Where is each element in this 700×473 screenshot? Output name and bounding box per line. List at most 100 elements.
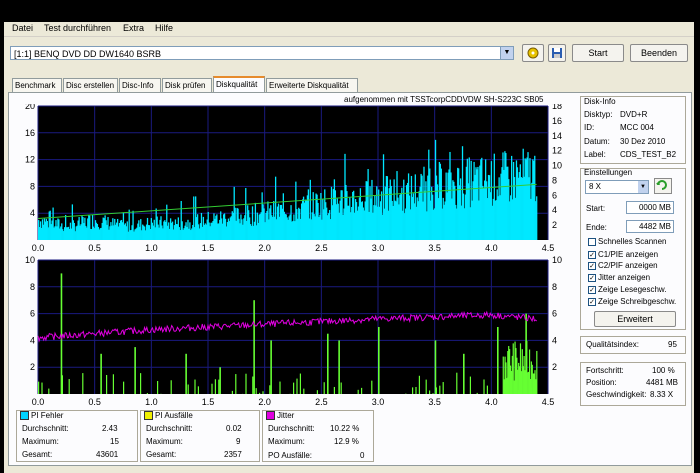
y-tick-label-right: 4 — [552, 335, 557, 345]
pi-errors-total-label: Gesamt: — [22, 450, 53, 459]
position-value: 4481 MB — [646, 378, 679, 387]
pi-failure-peak-bar — [327, 333, 329, 394]
refresh-button[interactable] — [654, 178, 672, 194]
tab-diskqualitaet[interactable]: Diskqualität — [213, 76, 265, 93]
disc-type-value: DVD+R — [620, 110, 648, 119]
c2-pif-checkbox[interactable]: ✓ — [588, 262, 596, 270]
tab-disk-pruefen[interactable]: Disk prüfen — [162, 78, 212, 92]
pi-failure-bar — [112, 374, 114, 394]
tab-benchmark[interactable]: Benchmark — [12, 78, 62, 92]
pi-failure-bar — [279, 381, 281, 394]
start-field[interactable]: 0000 MB — [626, 201, 674, 214]
y-tick-label-left: 8 — [30, 282, 35, 292]
y-tick-label-left: 4 — [30, 208, 35, 218]
jitter-title: Jitter — [266, 411, 294, 421]
pi-failure-bar — [333, 386, 335, 394]
menu-bar: Datei Test durchführen Extra Hilfe — [4, 22, 694, 37]
x-tick-label: 2.0 — [258, 397, 271, 407]
pi-failure-bar — [429, 390, 431, 394]
pi-failure-bar — [211, 383, 213, 394]
disc-info-title: Disk-Info — [584, 97, 616, 106]
speed-select[interactable]: 8 X ▼ — [585, 180, 649, 194]
pi-failure-bar — [412, 387, 414, 394]
jitter-swatch — [266, 411, 275, 421]
drive-info-button[interactable] — [522, 44, 544, 62]
quick-scan-label: Schnelles Scannen — [598, 237, 667, 246]
x-tick-label: 3.5 — [428, 397, 441, 407]
y-tick-label-left: 4 — [30, 335, 35, 345]
disc-id-label: ID: — [584, 123, 595, 132]
x-tick-label: 0.0 — [32, 397, 45, 407]
pi-failure-bar — [296, 378, 298, 394]
drive-select[interactable]: [1:1] BENQ DVD DD DW1640 BSRB ▼ — [10, 46, 514, 60]
pi-failure-peak-bar — [463, 353, 465, 394]
pi-failure-peak-bar — [219, 367, 221, 394]
drive-select-value: [1:1] BENQ DVD DD DW1640 BSRB — [14, 49, 162, 59]
y-tick-label-right: 2 — [552, 220, 557, 230]
pi-errors-avg-label: Durchschnitt: — [22, 424, 69, 433]
settings-title: Einstellungen — [584, 168, 633, 177]
pi-failure-bar — [68, 379, 70, 394]
speed-label: Geschwindigkeit: — [586, 390, 647, 399]
pi-failure-peak-bar — [134, 347, 136, 394]
read-speed-checkbox[interactable]: ✓ — [588, 286, 596, 294]
menu-item-extra[interactable]: Extra — [123, 23, 144, 33]
quality-value: 95 — [668, 340, 677, 349]
pi-failure-bar — [48, 388, 50, 394]
x-tick-label: 0.0 — [32, 243, 45, 253]
c1-pie-checkbox[interactable]: ✓ — [588, 251, 596, 259]
pi-failure-bar — [371, 380, 373, 394]
pi-errors-total-value: 43601 — [96, 450, 119, 459]
jitter-checkbox[interactable]: ✓ — [588, 274, 596, 282]
pi-failure-bar — [357, 389, 359, 394]
c2-pif-label: C2/PIF anzeigen — [598, 261, 658, 270]
write-speed-checkbox[interactable]: ✓ — [588, 298, 596, 306]
y-tick-label-right: 8 — [552, 282, 557, 292]
disc-label-label: Label: — [584, 150, 606, 159]
y-tick-label-right: 8 — [552, 175, 557, 185]
pi-failure-peak-bar — [253, 300, 255, 394]
y-tick-label-right: 14 — [552, 131, 562, 141]
pi-failure-bar — [235, 374, 237, 394]
pi-failure-bar — [262, 391, 264, 394]
quick-scan-checkbox[interactable] — [588, 238, 596, 246]
x-tick-label: 2.0 — [258, 243, 271, 253]
y-tick-label-left: 12 — [25, 155, 35, 165]
jitter-avg-value: 10.22 % — [330, 424, 360, 433]
x-tick-label: 3.5 — [428, 243, 441, 253]
x-tick-label: 1.0 — [145, 243, 158, 253]
pi-failure-bar — [252, 376, 254, 394]
chart-title: aufgenommen mit TSSTcorpCDDVDW SH-S223C … — [344, 95, 544, 104]
menu-item-datei[interactable]: Datei — [12, 23, 33, 33]
y-tick-label-left: 16 — [25, 128, 35, 138]
c1-pie-label: C1/PIE anzeigen — [598, 250, 659, 259]
jitter-avg-label: Durchschnitt: — [268, 424, 315, 433]
y-tick-label-left: 10 — [25, 256, 35, 265]
x-tick-label: 4.0 — [485, 243, 498, 253]
tab-disc-erstellen[interactable]: Disc erstellen — [63, 78, 118, 92]
menu-item-test[interactable]: Test durchführen — [44, 23, 111, 33]
pi-failure-bar — [245, 373, 247, 394]
chevron-down-icon[interactable]: ▼ — [500, 47, 513, 59]
tab-erweiterte-diskqualitaet[interactable]: Erweiterte Diskqualität — [266, 78, 358, 92]
x-tick-label: 4.5 — [542, 397, 555, 407]
refresh-icon — [656, 180, 667, 190]
pi-failures-swatch — [144, 411, 153, 421]
pi-failure-peak-bar — [434, 340, 437, 394]
advanced-button[interactable]: Erweitert — [594, 311, 676, 327]
menu-item-hilfe[interactable]: Hilfe — [155, 23, 173, 33]
start-button[interactable]: Start — [572, 44, 624, 62]
disc-date-label: Datum: — [584, 137, 610, 146]
y-tick-label-right: 6 — [552, 190, 557, 200]
chevron-down-icon[interactable]: ▼ — [638, 181, 648, 193]
pi-errors-swatch — [20, 411, 29, 421]
end-field[interactable]: 4482 MB — [626, 220, 674, 233]
pi-failure-bar — [187, 384, 189, 394]
tab-disc-info[interactable]: Disc-Info — [119, 78, 161, 92]
pi-failures-max-label: Maximum: — [146, 437, 183, 446]
pi-failure-bar — [536, 350, 538, 394]
save-button[interactable] — [548, 44, 566, 62]
y-tick-label-right: 10 — [552, 256, 562, 265]
x-tick-label: 4.0 — [485, 397, 498, 407]
close-button[interactable]: Beenden — [630, 44, 688, 62]
